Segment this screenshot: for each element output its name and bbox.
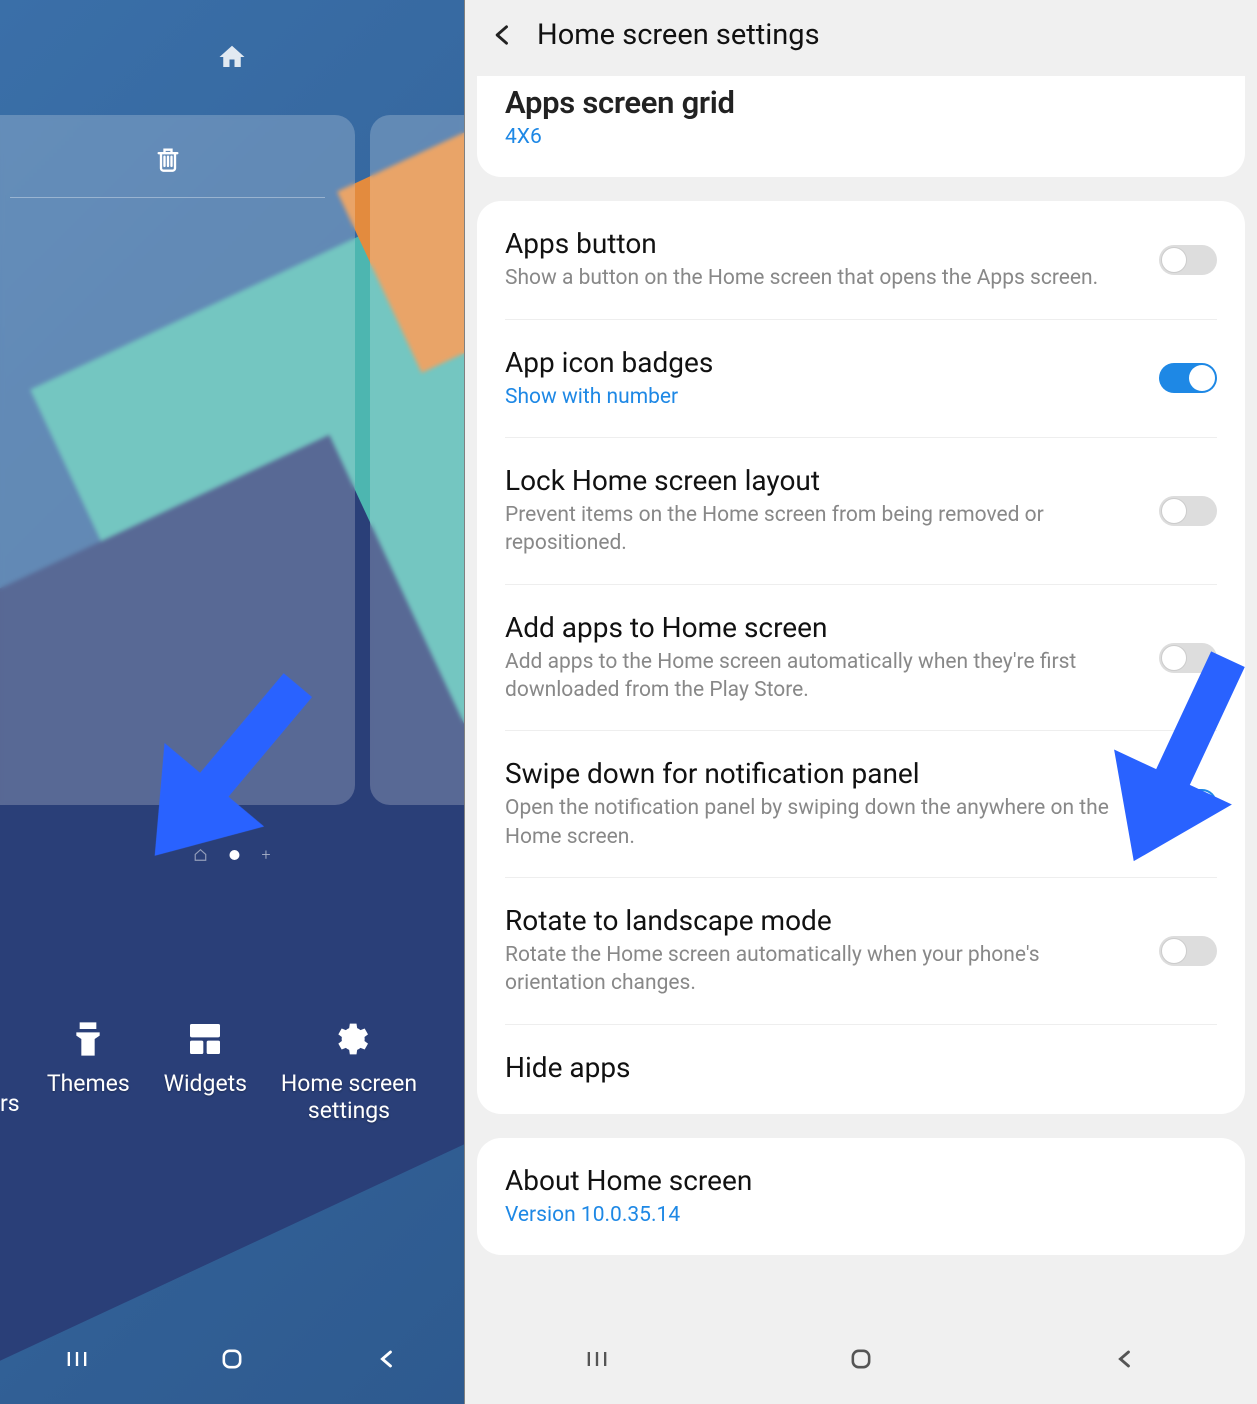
setting-sub: Prevent items on the Home screen from be… (505, 501, 1141, 558)
widgets-label: Widgets (164, 1071, 247, 1097)
settings-header: Home screen settings (465, 0, 1257, 76)
toggle-off[interactable] (1159, 496, 1217, 526)
launcher-actions: Themes Widgets Home screen settings (0, 1019, 464, 1124)
themes-label: Themes (47, 1071, 130, 1097)
setting-lock-layout[interactable]: Lock Home screen layout Prevent items on… (505, 437, 1217, 584)
home-nav-icon[interactable] (218, 1345, 246, 1373)
gear-icon (329, 1019, 369, 1059)
setting-title: Lock Home screen layout (505, 464, 1141, 497)
setting-rotate-landscape[interactable]: Rotate to landscape mode Rotate the Home… (505, 877, 1217, 1024)
themes-button[interactable]: Themes (47, 1019, 130, 1124)
setting-title: Add apps to Home screen (505, 611, 1141, 644)
home-settings-button[interactable]: Home screen settings (281, 1019, 417, 1124)
setting-app-icon-badges[interactable]: App icon badges Show with number (505, 319, 1217, 437)
setting-apps-screen-grid[interactable]: Apps screen grid 4X6 (505, 76, 1217, 177)
home-nav-icon[interactable] (847, 1345, 875, 1373)
setting-title: Swipe down for notification panel (505, 757, 1141, 790)
setting-about-home-screen[interactable]: About Home screen Version 10.0.35.14 (505, 1138, 1217, 1255)
setting-title: Apps screen grid (505, 84, 1217, 121)
home-page-indicator-icon[interactable] (217, 42, 247, 72)
toggle-on[interactable] (1159, 363, 1217, 393)
setting-sub: 4X6 (505, 123, 1217, 151)
toggle-off[interactable] (1159, 245, 1217, 275)
back-nav-icon[interactable] (373, 1345, 401, 1373)
setting-apps-button[interactable]: Apps button Show a button on the Home sc… (505, 201, 1217, 318)
recents-icon[interactable] (583, 1345, 611, 1373)
widgets-icon (185, 1019, 225, 1059)
recents-icon[interactable] (63, 1345, 91, 1373)
delete-page-button[interactable] (0, 135, 335, 197)
setting-sub: Add apps to the Home screen automaticall… (505, 648, 1141, 705)
paintbrush-icon (68, 1019, 108, 1059)
setting-sub: Show a button on the Home screen that op… (505, 264, 1141, 292)
setting-sub: Show with number (505, 383, 1141, 411)
toggle-off[interactable] (1159, 936, 1217, 966)
launcher-edit-panel: + rs Themes Widgets Home screen settings (0, 0, 464, 1404)
setting-title: Rotate to landscape mode (505, 904, 1141, 937)
setting-title: About Home screen (505, 1164, 1217, 1197)
setting-title: Hide apps (505, 1051, 1217, 1084)
page-preview-card[interactable] (370, 115, 464, 805)
nav-bar (465, 1314, 1257, 1404)
back-button[interactable] (489, 21, 517, 49)
page-title: Home screen settings (537, 18, 820, 52)
settings-group: About Home screen Version 10.0.35.14 (477, 1138, 1245, 1255)
setting-hide-apps[interactable]: Hide apps (505, 1024, 1217, 1114)
settings-panel: Home screen settings Apps screen grid 4X… (464, 0, 1257, 1404)
divider (10, 197, 325, 198)
nav-bar (0, 1314, 464, 1404)
home-settings-label: Home screen settings (281, 1071, 417, 1124)
setting-title: Apps button (505, 227, 1141, 260)
setting-title: App icon badges (505, 346, 1141, 379)
setting-sub: Rotate the Home screen automatically whe… (505, 941, 1141, 998)
widgets-button[interactable]: Widgets (164, 1019, 247, 1124)
back-nav-icon[interactable] (1111, 1345, 1139, 1373)
setting-sub: Version 10.0.35.14 (505, 1201, 1217, 1229)
settings-group: Apps screen grid 4X6 (477, 76, 1245, 177)
